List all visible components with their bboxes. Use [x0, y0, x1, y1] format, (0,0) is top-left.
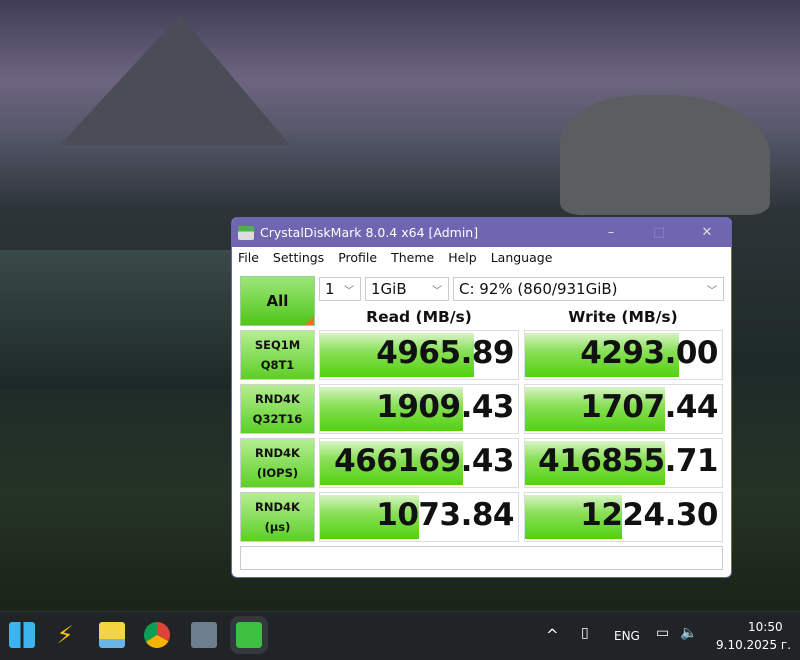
crystaldiskmark-window: CrystalDiskMark 8.0.4 x64 [Admin] – □ ✕ …: [231, 217, 732, 578]
winamp-lightning-icon[interactable]: ⚡: [52, 622, 78, 648]
write-value: 4293.00: [580, 335, 718, 371]
test-button[interactable]: RND4K (µs): [240, 492, 315, 542]
write-header: Write (MB/s): [568, 308, 678, 326]
show-hidden-icons-chevron[interactable]: ^: [546, 626, 559, 644]
drive-value: C: 92% (860/931GiB): [459, 280, 618, 298]
test-params: Q8T1: [260, 358, 295, 372]
write-result-cell: 4293.00: [524, 330, 723, 380]
chevron-down-icon: ﹀: [344, 285, 354, 297]
menu-help[interactable]: Help: [448, 250, 477, 265]
start-icon[interactable]: [9, 622, 35, 648]
test-name: RND4K: [255, 500, 300, 514]
all-button[interactable]: All: [240, 276, 315, 326]
test-params: (µs): [264, 520, 291, 534]
drive-select[interactable]: C: 92% (860/931GiB) ﹀: [453, 277, 724, 301]
write-value: 1707.44: [580, 389, 718, 425]
title-bar[interactable]: CrystalDiskMark 8.0.4 x64 [Admin] – □ ✕: [232, 218, 731, 247]
network-icon[interactable]: ▭: [656, 625, 669, 641]
write-value: 416855.71: [538, 443, 718, 479]
test-button[interactable]: RND4K (IOPS): [240, 438, 315, 488]
size-value: 1GiB: [371, 280, 407, 298]
taskbar: ⚡ ^ ▯ ENG ▭ 🔈 10:50 9.10.2025 г.: [0, 611, 800, 660]
menu-settings[interactable]: Settings: [273, 250, 324, 265]
chevron-down-icon: ﹀: [432, 285, 442, 297]
close-button[interactable]: ✕: [683, 225, 731, 240]
write-value: 1224.30: [580, 497, 718, 533]
write-result-cell: 1707.44: [524, 384, 723, 434]
menu-profile[interactable]: Profile: [338, 250, 377, 265]
clock-time[interactable]: 10:50: [748, 620, 783, 634]
menu-theme[interactable]: Theme: [391, 250, 434, 265]
read-value: 1909.43: [376, 389, 514, 425]
test-name: RND4K: [255, 392, 300, 406]
read-value: 1073.84: [376, 497, 514, 533]
mountain-background: [60, 15, 290, 145]
test-name: RND4K: [255, 446, 300, 460]
read-value: 4965.89: [376, 335, 514, 371]
read-result-cell: 1073.84: [319, 492, 519, 542]
volume-icon[interactable]: 🔈: [680, 625, 697, 641]
read-header: Read (MB/s): [366, 308, 472, 326]
crystaldiskmark-taskbar-icon[interactable]: [230, 616, 268, 654]
chevron-down-icon: ﹀: [707, 285, 717, 297]
minimize-button[interactable]: –: [587, 225, 635, 240]
rock-background: [560, 95, 770, 215]
count-value: 1: [325, 280, 335, 298]
size-select[interactable]: 1GiB ﹀: [365, 277, 449, 301]
utility-app-icon[interactable]: [191, 622, 217, 648]
maximize-button[interactable]: □: [635, 225, 683, 240]
write-result-cell: 1224.30: [524, 492, 723, 542]
app-icon: [238, 225, 254, 240]
test-name: SEQ1M: [254, 338, 301, 352]
menu-bar: File Settings Profile Theme Help Languag…: [232, 247, 731, 268]
test-params: Q32T16: [252, 412, 303, 426]
chrome-icon[interactable]: [144, 622, 170, 648]
menu-language[interactable]: Language: [491, 250, 553, 265]
count-select[interactable]: 1 ﹀: [319, 277, 361, 301]
read-value: 466169.43: [334, 443, 514, 479]
read-result-cell: 1909.43: [319, 384, 519, 434]
usb-icon[interactable]: ▯: [581, 625, 589, 641]
file-explorer-icon[interactable]: [99, 622, 125, 648]
comment-field[interactable]: [240, 546, 723, 570]
language-indicator[interactable]: ENG: [614, 629, 640, 643]
test-button[interactable]: RND4K Q32T16: [240, 384, 315, 434]
read-result-cell: 466169.43: [319, 438, 519, 488]
write-result-cell: 416855.71: [524, 438, 723, 488]
read-result-cell: 4965.89: [319, 330, 519, 380]
test-params: (IOPS): [256, 466, 299, 480]
menu-file[interactable]: File: [238, 250, 259, 265]
test-button[interactable]: SEQ1M Q8T1: [240, 330, 315, 380]
window-title: CrystalDiskMark 8.0.4 x64 [Admin]: [260, 225, 479, 240]
lake-background: [0, 250, 240, 390]
clock-date[interactable]: 9.10.2025 г.: [716, 638, 791, 652]
